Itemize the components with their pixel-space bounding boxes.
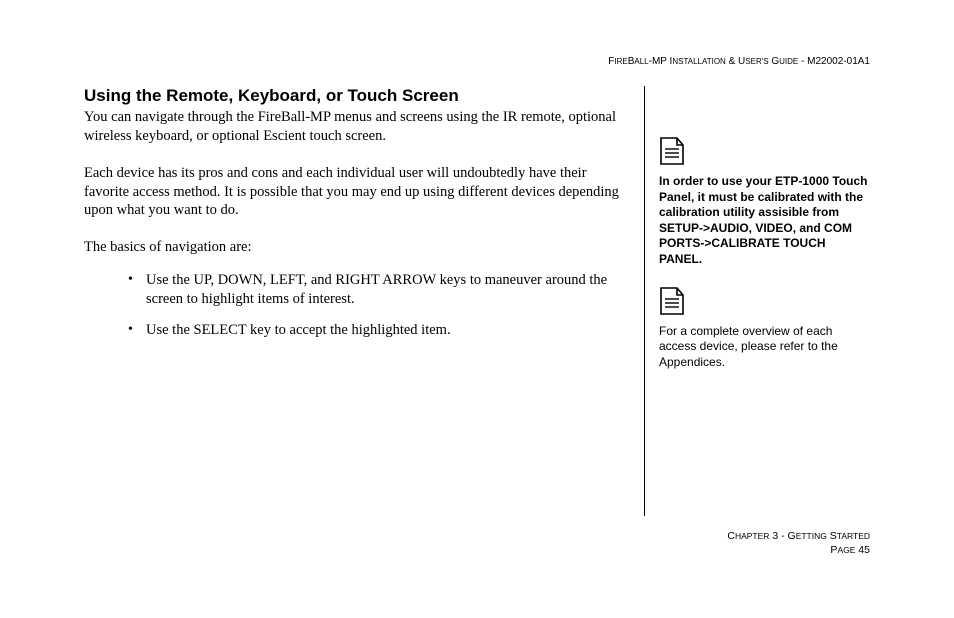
document-page: FIREBALL-MP INSTALLATION & USER'S GUIDE … [0,0,954,618]
note-icon [659,136,870,166]
page-number: PAGE 45 [727,543,870,558]
bullet-list: Use the UP, DOWN, LEFT, and RIGHT ARROW … [84,271,626,340]
chapter-label: CHAPTER 3 - GETTING STARTED [727,529,870,544]
section-heading: Using the Remote, Keyboard, or Touch Scr… [84,86,626,106]
sidebar-column: In order to use your ETP-1000 Touch Pane… [645,86,870,516]
document-footer: CHAPTER 3 - GETTING STARTED PAGE 45 [727,529,870,558]
sidebar-note: For a complete overview of each access d… [659,324,870,371]
note-icon [659,286,870,316]
list-item: Use the UP, DOWN, LEFT, and RIGHT ARROW … [128,271,626,309]
doc-number: - M22002-01A1 [798,56,870,67]
list-item: Use the SELECT key to accept the highlig… [128,321,626,340]
sidebar-note: In order to use your ETP-1000 Touch Pane… [659,174,870,268]
body-paragraph: Each device has its pros and cons and ea… [84,164,626,221]
content-wrap: Using the Remote, Keyboard, or Touch Scr… [84,86,870,516]
main-column: Using the Remote, Keyboard, or Touch Scr… [84,86,644,516]
body-paragraph: You can navigate through the FireBall-MP… [84,108,626,146]
body-paragraph: The basics of navigation are: [84,238,626,257]
document-header: FIREBALL-MP INSTALLATION & USER'S GUIDE … [608,56,870,67]
